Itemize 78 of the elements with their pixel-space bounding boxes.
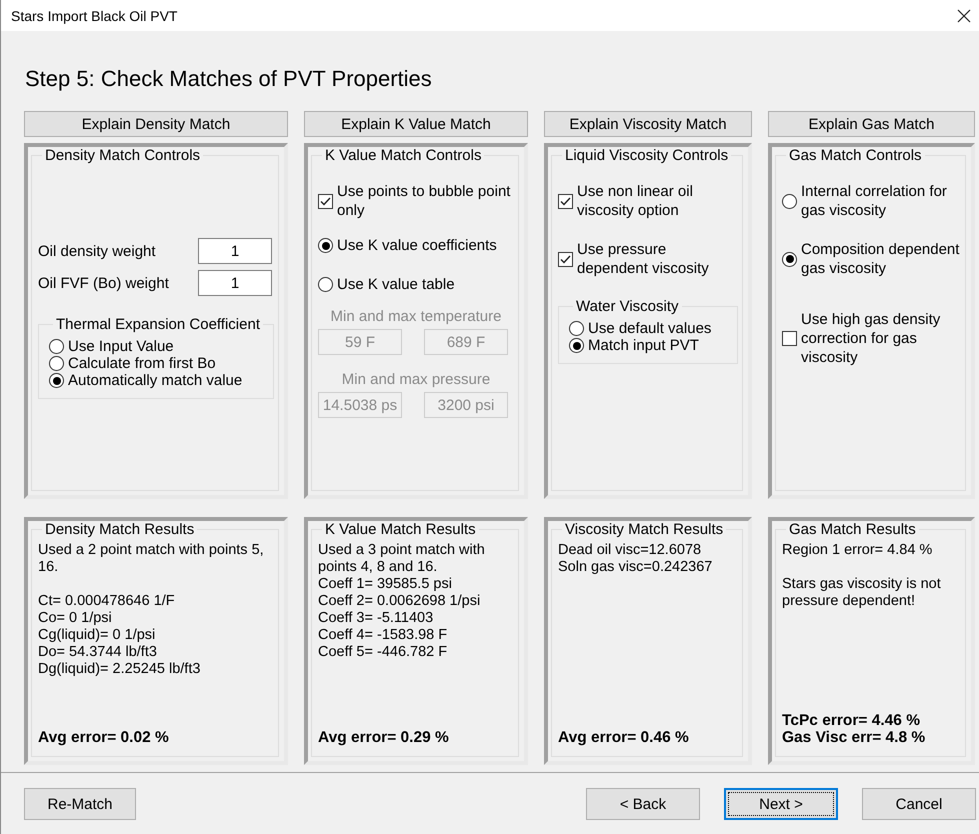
rematch-button[interactable]: Re-Match [24,788,136,820]
result-text: Stars gas viscosity is not pressure dependent! [782,576,942,610]
result-text: Coeff 5= -446.782 F [318,644,448,661]
group-title: K Value Match Results [324,521,477,538]
radio-button[interactable] [569,321,584,336]
explain-button[interactable]: Explain Viscosity Match [544,111,752,137]
radio-label: Use Input Value [68,337,174,356]
result-text: Coeff 2= 0.0062698 1/psi [318,593,482,610]
result-text: Dead oil visc=12.6078 [558,542,702,559]
result-text: Ct= 0.000478646 1/F [38,593,176,610]
field-label: Oil density weight [38,242,156,260]
radio-button[interactable] [782,194,797,208]
nav-button[interactable]: < Back [586,788,700,820]
radio-button[interactable] [318,238,333,253]
checkbox[interactable] [558,252,573,266]
radio-button[interactable] [49,356,64,371]
radio-button[interactable] [569,338,584,353]
error-summary: TcPc error= 4.46 % [782,712,922,729]
result-text: Co= 0 1/psi [38,610,113,627]
radio-label: Composition dependent gas viscosity [801,240,960,278]
result-text: Dg(liquid)= 2.25245 lb/ft3 [38,661,202,678]
explain-button[interactable]: Explain Density Match [24,111,288,137]
range-caption: Min and max temperature [330,308,502,325]
result-text: Region 1 error= 4.84 % [782,542,934,559]
nav-button[interactable]: Cancel [862,788,976,820]
nav-button[interactable]: Next > [724,788,838,820]
checkbox-label: Use non linear oil viscosity option [577,182,694,220]
result-text: Soln gas visc=0.242367 [558,559,714,576]
radio-label: Match input PVT [588,336,699,355]
error-summary: Avg error= 0.46 % [558,729,690,746]
checkbox-label: Use pressure dependent viscosity [577,240,710,278]
result-text: Coeff 4= -1583.98 F [318,627,448,644]
input-field: 689 F [424,329,508,355]
result-text: Coeff 3= -5.11403 [318,610,434,627]
input-field: 59 F [318,329,402,355]
radio-label: Calculate from first Bo [68,354,216,373]
radio-label: Use default values [588,319,712,338]
radio-label: Internal correlation for gas viscosity [801,182,948,220]
step-heading: Step 5: Check Matches of PVT Properties [25,65,433,93]
input-field[interactable]: 1 [198,238,272,264]
result-text: Cg(liquid)= 0 1/psi [38,627,156,644]
group-title: Density Match Results [44,521,196,538]
result-text: Used a 2 point match with points 5, 16. [38,542,265,576]
close-icon[interactable] [957,8,971,22]
group-title: K Value Match Controls [324,147,482,164]
group-title: Viscosity Match Results [564,521,724,538]
radio-button[interactable] [318,277,333,292]
radio-label: Automatically match value [68,371,242,390]
checkbox-label: Use points to bubble point only [337,182,512,220]
group-title: Water Viscosity [575,298,680,315]
explain-button[interactable]: Explain Gas Match [768,111,975,137]
radio-button[interactable] [49,373,64,388]
result-text: Used a 3 point match with points 4, 8 and 16. [318,542,486,576]
field-label: Oil FVF (Bo) weight [38,274,169,292]
range-caption: Min and max pressure [340,371,492,388]
explain-button[interactable]: Explain K Value Match [304,111,528,137]
group-title: Thermal Expansion Coefficient [55,316,261,333]
radio-label: Use K value table [337,275,455,294]
checkbox[interactable] [558,194,573,208]
group-title: Gas Match Controls [788,147,923,164]
checkbox[interactable] [782,331,797,346]
checkbox-label: Use high gas density correction for gas viscosity [801,310,942,367]
input-field: 14.5038 ps [318,392,402,418]
group-title: Density Match Controls [44,147,202,164]
input-field[interactable]: 1 [198,270,272,296]
checkbox[interactable] [318,194,333,208]
radio-button[interactable] [782,252,797,266]
result-text: Coeff 1= 39585.5 psi [318,576,453,593]
error-summary: Avg error= 0.29 % [318,729,450,746]
error-summary: Gas Visc err= 4.8 % [782,729,926,746]
radio-label: Use K value coefficients [337,236,497,255]
error-summary: Avg error= 0.02 % [38,729,170,746]
radio-button[interactable] [49,339,64,354]
window-title: Stars Import Black Oil PVT [11,8,178,24]
group-title: Gas Match Results [788,521,917,538]
input-field: 3200 psi [424,392,508,418]
result-text: Do= 54.3744 lb/ft3 [38,644,158,661]
group-title: Liquid Viscosity Controls [564,147,730,164]
